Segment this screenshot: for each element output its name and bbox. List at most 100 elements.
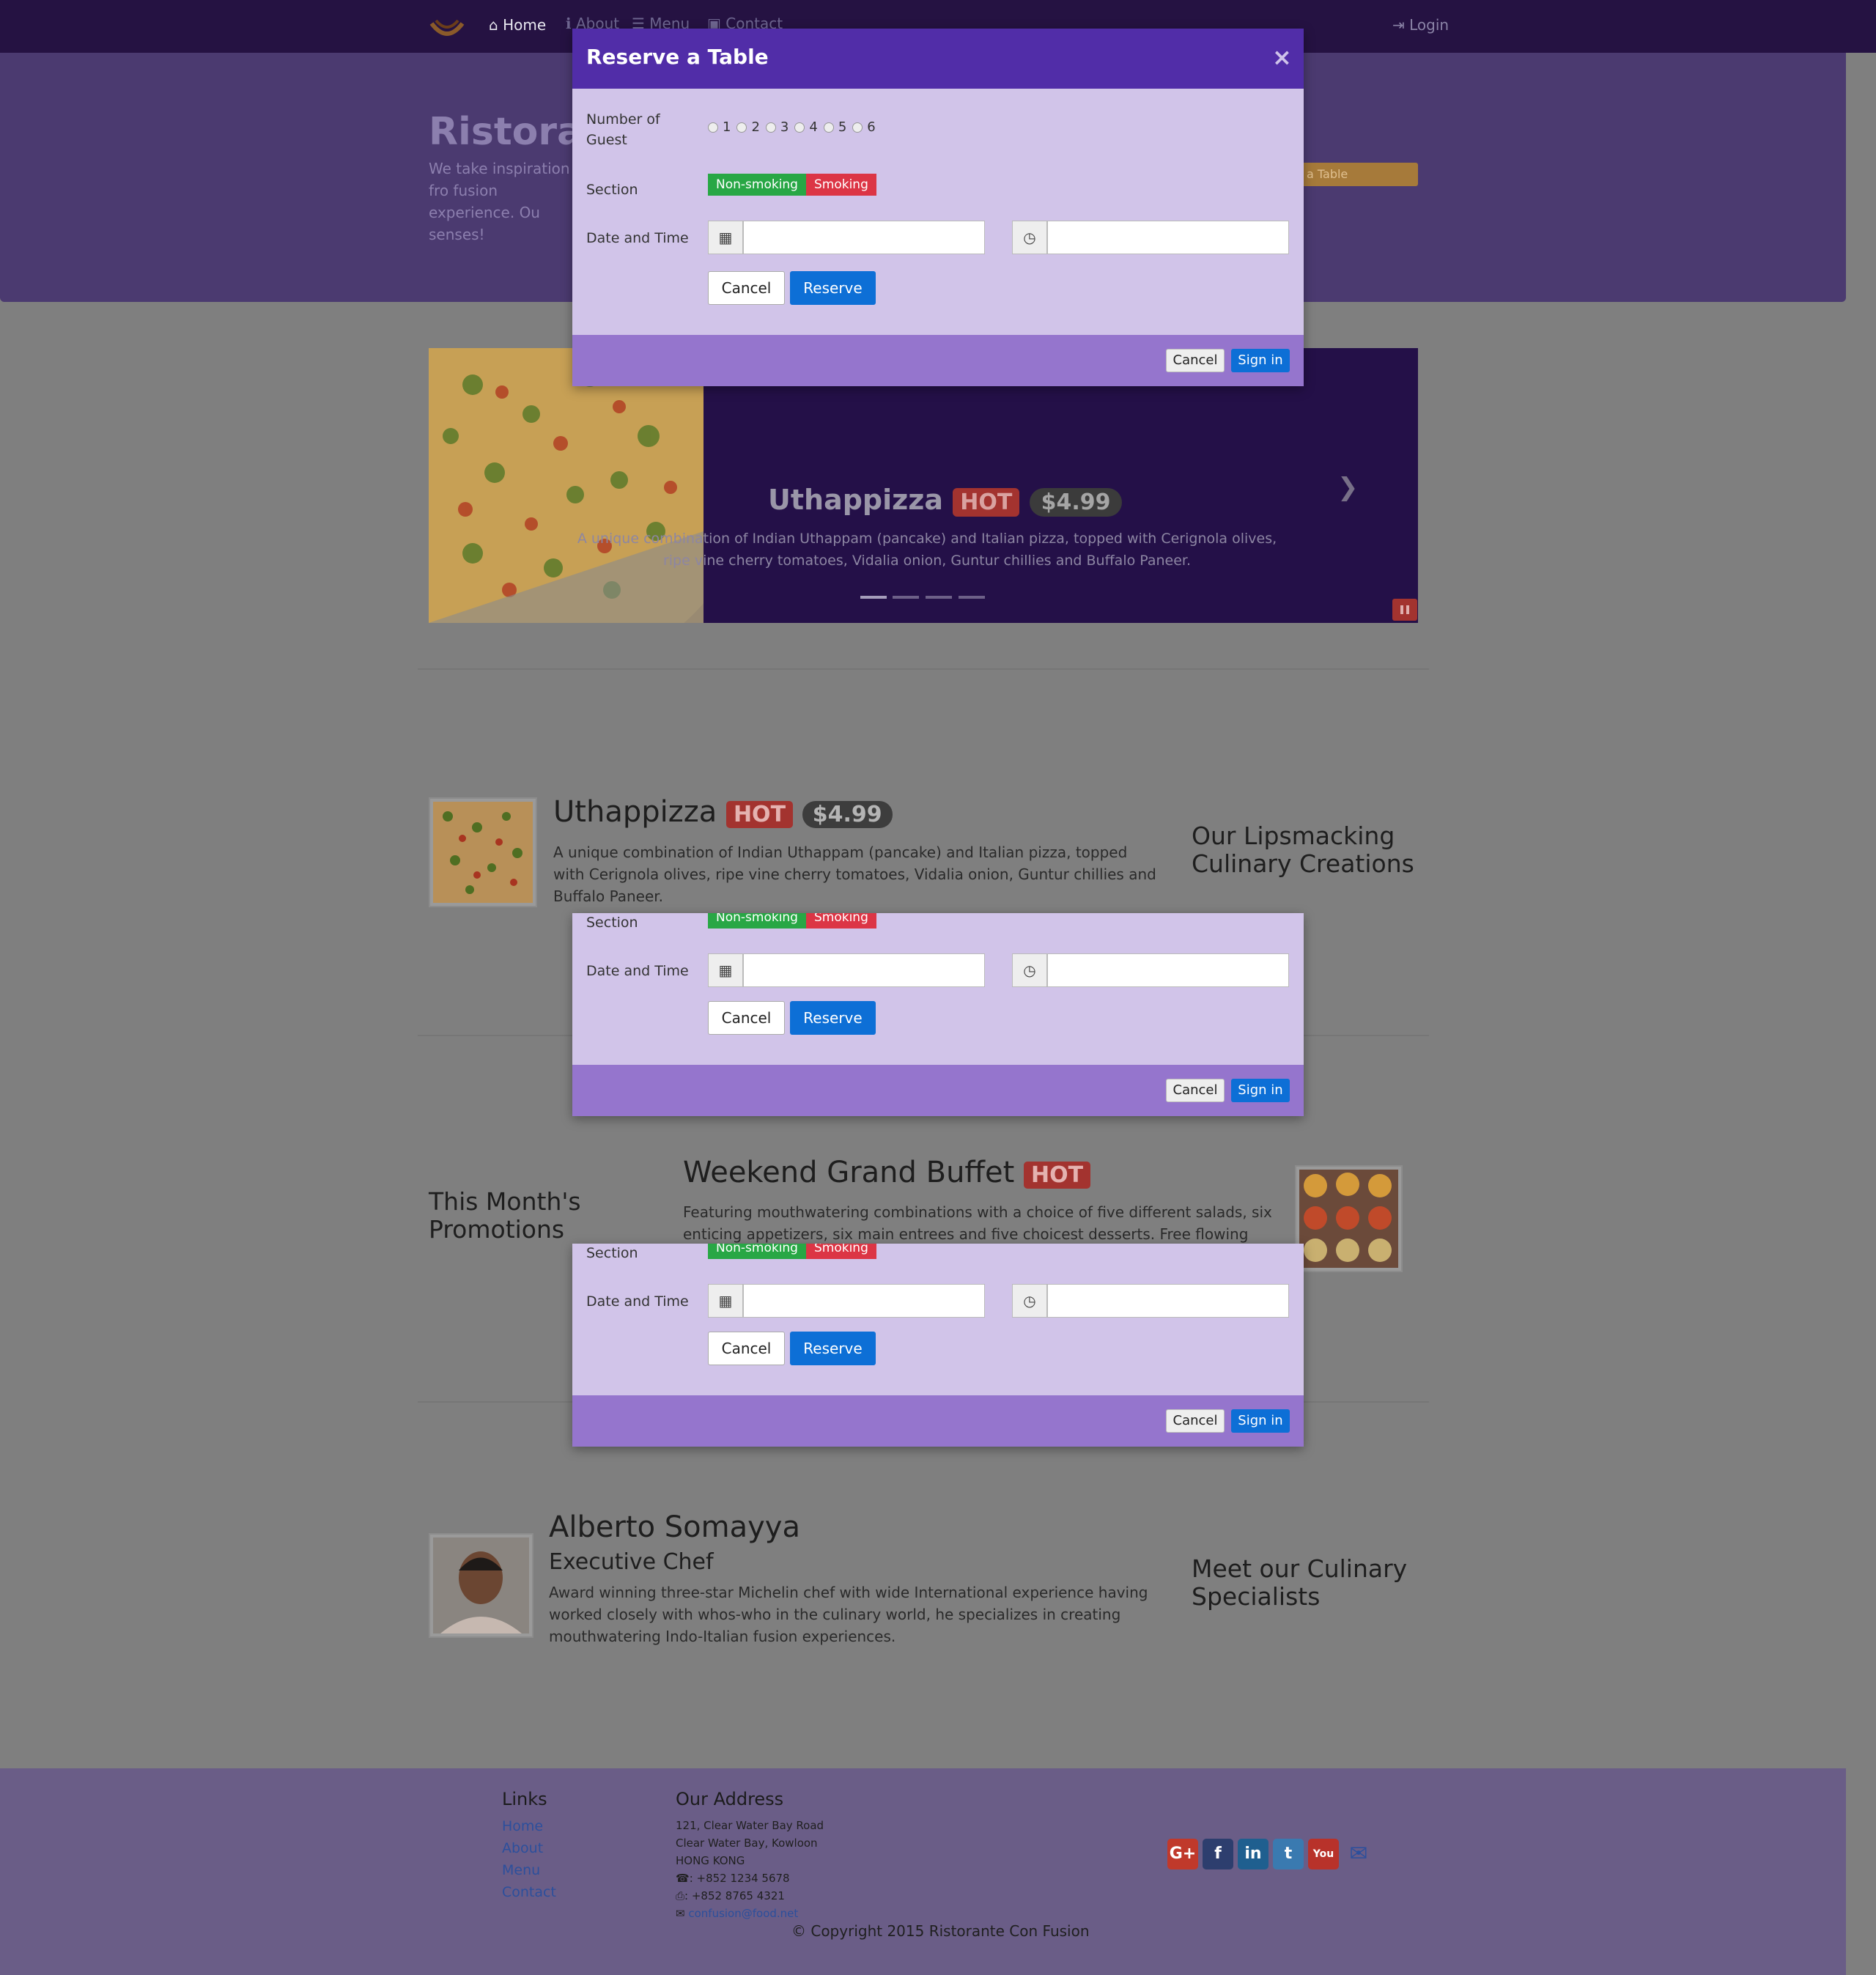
carousel-indicator[interactable] [860,596,887,599]
date-input[interactable] [743,953,985,987]
promotion-thumbnail [1295,1165,1403,1272]
footer-link-menu[interactable]: Menu [502,1859,556,1881]
reserve-button[interactable]: Reserve [790,1332,876,1365]
mail-icon[interactable]: ✉ [1343,1839,1374,1869]
leader-thumbnail [429,1533,533,1638]
footer-link-about[interactable]: About [502,1837,556,1859]
promotion-title: Weekend Grand Buffet HOT [683,1156,1091,1189]
section-label: Section [586,182,638,198]
guest-radio-2[interactable] [736,122,747,133]
dish-description: A unique combination of Indian Uthappam … [553,843,1156,905]
dish-title: Uthappizza HOT $4.99 [553,795,893,829]
guest-radio-4[interactable] [794,122,805,133]
non-smoking-button[interactable]: Non-smoking [708,1244,806,1259]
time-input[interactable] [1047,953,1289,987]
carousel-indicator[interactable] [926,596,952,599]
smoking-button[interactable]: Smoking [805,174,876,196]
nav-home[interactable]: ⌂ Home [489,16,546,34]
reserve-button[interactable]: Reserve [790,271,876,305]
dish-section-title: Our Lipsmacking Culinary Creations [1192,822,1414,878]
carousel-indicator[interactable] [893,596,919,599]
datetime-label: Date and Time [586,1293,689,1310]
clock-icon: ◷ [1012,221,1047,254]
dish-price-badge: $4.99 [802,801,893,828]
footer-cancel-button[interactable]: Cancel [1166,349,1225,372]
smoking-button[interactable]: Smoking [805,1244,876,1259]
info-icon: ℹ [566,15,572,32]
date-input[interactable] [743,221,985,254]
cancel-button[interactable]: Cancel [708,1332,785,1365]
section-toggle: Non-smoking Smoking [708,913,876,929]
links-title: Links [502,1789,547,1809]
email-link[interactable]: confusion@food.net [688,1907,798,1920]
guest-radio-group: 123456 [708,119,882,135]
footer-link-contact[interactable]: Contact [502,1881,556,1903]
section-toggle: Non-smoking Smoking [708,174,876,196]
reserve-table-button[interactable]: a Table [1286,163,1418,186]
modal-footer: Cancel Sign in [572,335,1304,386]
cancel-button[interactable]: Cancel [708,1001,785,1035]
youtube-icon[interactable]: You [1308,1839,1339,1869]
promotion-hot-badge: HOT [1024,1162,1091,1189]
date-input[interactable] [743,1284,985,1318]
calendar-icon: ▦ [708,1284,743,1318]
reserve-table-modal-fragment: Section Non-smoking Smoking Date and Time… [572,913,1304,1116]
dish-thumbnail [429,797,537,907]
smoking-button[interactable]: Smoking [805,913,876,929]
carousel-indicator[interactable] [959,596,985,599]
envelope-icon: ✉ [676,1907,685,1920]
footer-links: Home About Menu Contact [502,1815,556,1903]
carousel: Uthappizza HOT $4.99 A unique combinatio… [429,348,1418,623]
phone-line: ☎: +852 1234 5678 [676,1872,790,1885]
facebook-icon[interactable]: f [1203,1839,1233,1869]
modal-header: Reserve a Table × [572,29,1304,89]
modal-footer: Cancel Sign in [572,1065,1304,1116]
reserve-button[interactable]: Reserve [790,1001,876,1035]
address-line: Clear Water Bay, Kowloon [676,1836,818,1850]
sign-in-button[interactable]: Sign in [1231,1079,1290,1102]
dish-pizza-image [433,802,533,903]
guest-radio-1[interactable] [708,122,718,133]
cancel-button[interactable]: Cancel [708,271,785,305]
leader-name: Alberto Somayya [549,1510,800,1544]
carousel-caption-title: Uthappizza HOT $4.99 [768,484,1123,517]
non-smoking-button[interactable]: Non-smoking [708,913,806,929]
footer-link-home[interactable]: Home [502,1815,556,1837]
copyright: © Copyright 2015 Ristorante Con Fusion [791,1922,1090,1940]
reserve-table-modal-fragment: Section Non-smoking Smoking Date and Time… [572,1244,1304,1447]
guest-radio-3[interactable] [765,122,776,133]
footer: Links Home About Menu Contact Our Addres… [0,1768,1846,1975]
time-input[interactable] [1047,1284,1289,1318]
sign-in-button[interactable]: Sign in [1231,349,1290,372]
time-input[interactable] [1047,221,1289,254]
sign-in-button[interactable]: Sign in [1231,1409,1290,1433]
google-plus-icon[interactable]: G+ [1167,1839,1198,1869]
close-button[interactable]: × [1272,43,1292,71]
phone-icon: ☎ [676,1872,690,1885]
non-smoking-button[interactable]: Non-smoking [708,174,806,196]
reserve-table-modal: Reserve a Table × Number of Guest 123456… [572,29,1304,386]
logo-icon[interactable] [429,13,465,41]
guest-radio-6[interactable] [852,122,863,133]
linkedin-icon[interactable]: in [1238,1839,1268,1869]
chef-portrait-image [433,1537,529,1633]
address-line: 121, Clear Water Bay Road [676,1819,824,1832]
dish-hot-badge: HOT [725,801,794,828]
carousel-pause-button[interactable] [1392,599,1417,621]
nav-login[interactable]: ⇥ Login [1392,16,1449,34]
address-title: Our Address [676,1789,784,1809]
clock-icon: ◷ [1012,1284,1047,1318]
footer-cancel-button[interactable]: Cancel [1166,1409,1225,1433]
modal-title: Reserve a Table [586,45,769,69]
section-label: Section [586,1245,638,1261]
clock-icon: ◷ [1012,953,1047,987]
guest-radio-5[interactable] [823,122,834,133]
jumbotron-text: We take inspiration fro fusion experienc… [429,160,570,243]
footer-cancel-button[interactable]: Cancel [1166,1079,1225,1102]
address-block: 121, Clear Water Bay Road Clear Water Ba… [676,1817,824,1922]
carousel-pizza-image [429,348,704,623]
sign-in-icon: ⇥ [1392,16,1405,34]
chevron-right-icon[interactable]: ❯ [1337,473,1359,502]
home-icon: ⌂ [489,16,498,34]
twitter-icon[interactable]: t [1273,1839,1304,1869]
